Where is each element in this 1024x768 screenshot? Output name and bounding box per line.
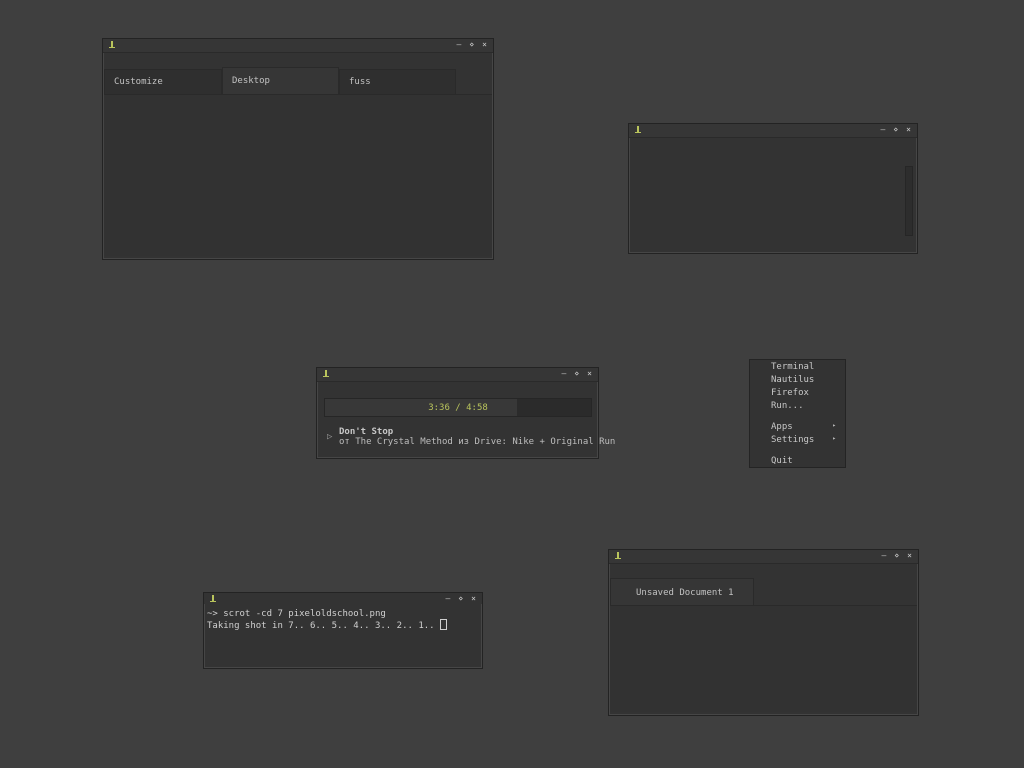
menu-item-label: Terminal [771,362,815,372]
menu-item-label: Nautilus [771,375,815,385]
track-title: Don't Stop [339,427,394,437]
empty-window-titlebar[interactable]: – ⋄ × [629,124,917,138]
close-button[interactable]: × [906,125,911,135]
track-subtitle: от The Crystal Method из Drive: Nike + O… [339,437,616,447]
window-menu-icon[interactable] [635,126,641,134]
menu-item-settings[interactable]: Settings ▸ [771,435,839,445]
menu-item-firefox[interactable]: Firefox [771,388,839,398]
preferences-tabs: Customize Desktop fuss [104,67,492,94]
menu-item-run[interactable]: Run... [771,401,839,411]
maximize-button[interactable]: ⋄ [458,594,463,604]
close-button[interactable]: × [907,551,912,561]
editor-text-area[interactable] [610,605,917,712]
submenu-arrow-icon: ▸ [832,435,836,442]
submenu-arrow-icon: ▸ [832,422,836,429]
preferences-titlebar[interactable]: – ⋄ × [103,39,493,53]
preferences-content [104,94,492,256]
menu-item-label: Quit [771,456,793,466]
progress-time: 3:36 / 4:58 [428,403,488,413]
minimize-button[interactable]: – [446,594,451,604]
close-button[interactable]: × [471,594,476,604]
menu-item-label: Apps [771,422,793,432]
desktop-menu: Terminal Nautilus Firefox Run... Apps ▸ S… [749,359,846,468]
window-menu-icon[interactable] [210,595,216,603]
terminal-output[interactable]: ~> scrot -cd 7 pixeloldschool.png Taking… [207,609,479,665]
empty-window: – ⋄ × [628,123,918,254]
terminal-cursor [440,619,447,630]
menu-item-nautilus[interactable]: Nautilus [771,375,839,385]
music-player-window: – ⋄ × 3:36 / 4:58 ▷ Don't Stop от The Cr… [316,367,615,459]
progress-bar[interactable]: 3:36 / 4:58 [324,398,592,417]
terminal-output-line: Taking shot in 7.. 6.. 5.. 4.. 3.. 2.. 1… [207,619,479,631]
menu-item-label: Run... [771,401,804,411]
maximize-button[interactable]: ⋄ [469,40,474,50]
maximize-button[interactable]: ⋄ [574,369,579,379]
minimize-button[interactable]: – [457,40,462,50]
menu-item-quit[interactable]: Quit [771,456,839,466]
tab-customize[interactable]: Customize [104,69,222,94]
tab-desktop[interactable]: Desktop [222,67,339,94]
maximize-button[interactable]: ⋄ [893,125,898,135]
editor-titlebar[interactable]: – ⋄ × [609,550,918,564]
tab-fuss[interactable]: fuss [339,69,456,94]
editor-window: – ⋄ × Unsaved Document 1 [608,549,919,716]
scrollbar[interactable] [905,166,913,236]
terminal-titlebar[interactable]: – ⋄ × [204,593,482,604]
close-button[interactable]: × [587,369,592,379]
minimize-button[interactable]: – [562,369,567,379]
preferences-window: – ⋄ × Customize Desktop fuss [102,38,494,260]
tab-unsaved-document[interactable]: Unsaved Document 1 [610,578,754,606]
menu-item-label: Settings [771,435,815,445]
window-menu-icon[interactable] [109,41,115,49]
music-player-titlebar[interactable]: – ⋄ × [317,368,598,382]
minimize-button[interactable]: – [882,551,887,561]
menu-item-label: Firefox [771,388,809,398]
window-menu-icon[interactable] [615,552,621,560]
terminal-output-text: Taking shot in 7.. 6.. 5.. 4.. 3.. 2.. 1… [207,621,440,631]
terminal-window: – ⋄ × ~> scrot -cd 7 pixeloldschool.png … [203,592,483,669]
close-button[interactable]: × [482,40,487,50]
minimize-button[interactable]: – [881,125,886,135]
menu-item-terminal[interactable]: Terminal [771,362,839,372]
play-icon[interactable]: ▷ [327,432,332,442]
terminal-command-line: ~> scrot -cd 7 pixeloldschool.png [207,609,386,619]
menu-item-apps[interactable]: Apps ▸ [771,422,839,432]
window-menu-icon[interactable] [323,370,329,378]
maximize-button[interactable]: ⋄ [894,551,899,561]
